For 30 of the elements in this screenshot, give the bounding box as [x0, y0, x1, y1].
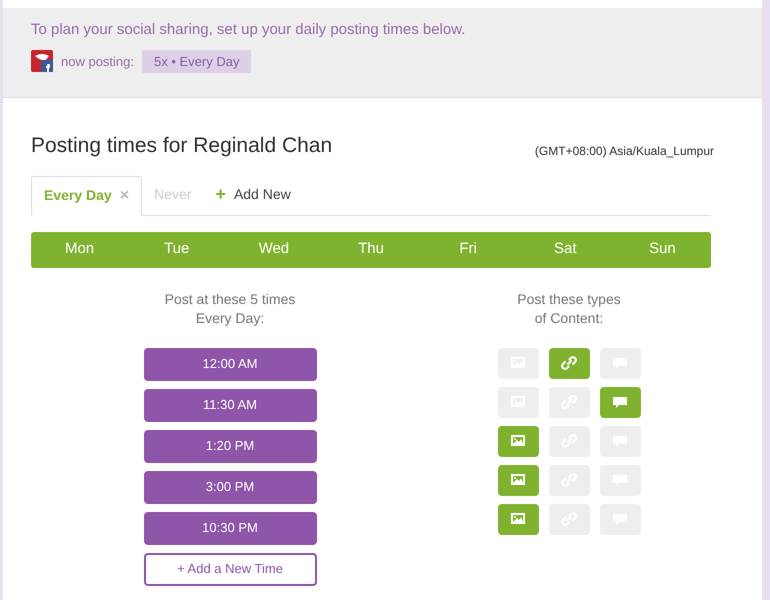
schedule-badge: 5x • Every Day: [142, 50, 252, 73]
content-types-heading: Post these types of Content:: [517, 290, 621, 328]
add-new-tab-button[interactable]: + Add New: [203, 174, 303, 214]
social-logo-icon: [31, 50, 53, 72]
weekday-label: Thu: [357, 239, 385, 260]
time-slot-button[interactable]: 3:00 PM: [144, 470, 316, 504]
add-new-label: Add New: [234, 185, 291, 204]
times-heading: Post at these 5 times Every Day:: [164, 290, 296, 328]
timezone-label: (GMT+08:00) Asia/Kuala_Lumpur: [534, 142, 714, 160]
time-slot-button[interactable]: 12:00 AM: [144, 348, 316, 380]
weekday-label: Sun: [648, 239, 677, 260]
image-type-toggle[interactable]: [498, 426, 538, 456]
time-slot-button[interactable]: 1:20 PM: [144, 430, 316, 462]
image-type-toggle[interactable]: [498, 504, 538, 534]
page-title: Posting times for Reginald Chan: [31, 133, 332, 159]
intro-text: To plan your social sharing, set up your daily posting times below.: [31, 20, 466, 40]
link-type-toggle[interactable]: [548, 348, 590, 378]
add-time-button[interactable]: + Add a New Time: [144, 552, 316, 586]
plus-icon: +: [215, 181, 226, 208]
link-icon: [560, 354, 578, 372]
now-posting-label: now posting:: [61, 52, 134, 71]
comment-type-toggle[interactable]: [600, 386, 640, 418]
time-slot-button[interactable]: 11:30 AM: [144, 388, 316, 422]
weekday-label: Fri: [458, 239, 478, 260]
weekday-label: Wed: [258, 239, 290, 260]
time-slot-button[interactable]: 10:30 PM: [144, 512, 316, 544]
weekday-label: Tue: [163, 239, 190, 260]
weekday-label: Mon: [64, 239, 96, 260]
image-type-toggle[interactable]: [498, 464, 538, 496]
weekday-label: Sat: [553, 239, 578, 260]
